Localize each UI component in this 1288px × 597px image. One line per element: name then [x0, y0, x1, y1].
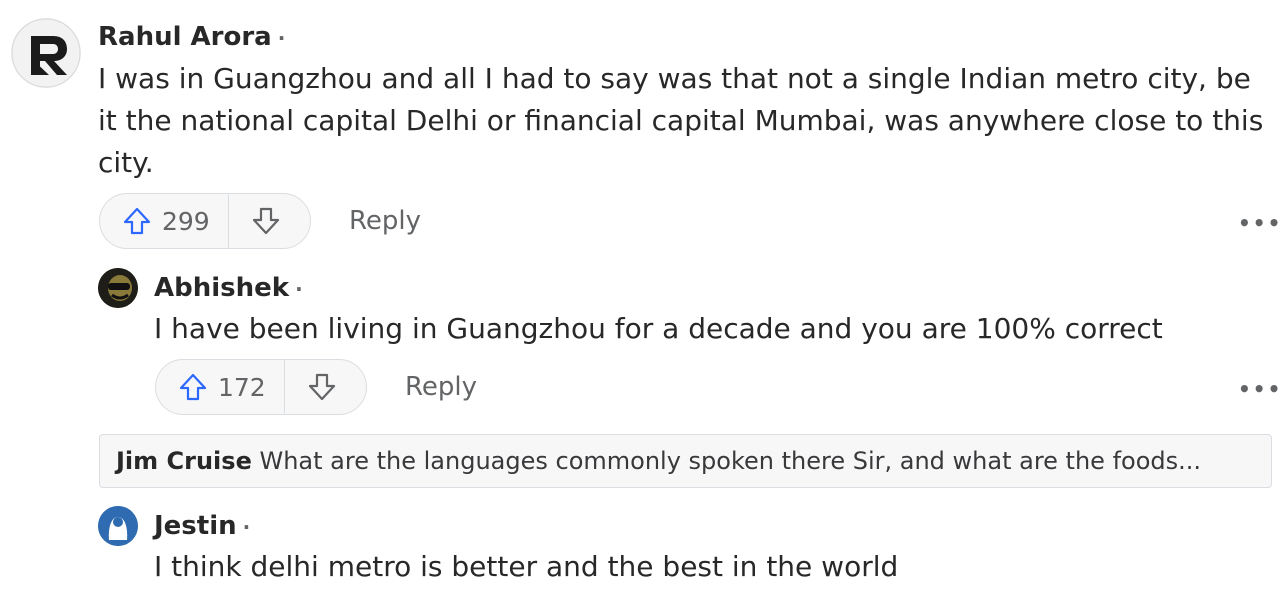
photo-avatar-icon	[98, 268, 138, 308]
author-name[interactable]: Jestin	[154, 511, 237, 541]
downvote-button[interactable]	[229, 194, 303, 248]
comment-body: I think delhi metro is better and the be…	[154, 550, 899, 583]
avatar-jestin[interactable]	[98, 506, 138, 546]
collapsed-reply[interactable]: Jim Cruise What are the languages common…	[99, 434, 1272, 488]
upvote-count: 299	[162, 206, 210, 236]
comment-author[interactable]: Abhishek ·	[154, 273, 303, 303]
vote-controls: 172	[155, 359, 367, 415]
separator-dot: ·	[242, 515, 251, 539]
comment-author[interactable]: Jestin ·	[154, 511, 250, 541]
avatar-rahul-arora[interactable]	[11, 18, 81, 88]
arrow-down-icon	[308, 373, 335, 401]
r-logo-icon	[11, 18, 81, 88]
separator-dot: ·	[277, 26, 286, 50]
separator-dot: ·	[295, 277, 303, 301]
upvote-count: 172	[218, 372, 266, 402]
upvote-button[interactable]: 299	[100, 194, 228, 248]
author-name[interactable]: Abhishek	[154, 273, 289, 303]
comment-author[interactable]: Rahul Arora ·	[98, 22, 285, 52]
vote-controls: 299	[99, 193, 311, 249]
downvote-button[interactable]	[285, 360, 359, 414]
comment-body: I was in Guangzhou and all I had to say …	[98, 62, 1264, 179]
default-user-avatar-icon	[98, 506, 138, 546]
arrow-down-icon	[252, 207, 279, 235]
reply-button[interactable]: Reply	[405, 372, 477, 402]
comment-body: I have been living in Guangzhou for a de…	[154, 312, 1163, 345]
upvote-button[interactable]: 172	[156, 360, 284, 414]
arrow-up-icon	[179, 373, 207, 401]
arrow-up-icon	[123, 207, 151, 235]
reply-button[interactable]: Reply	[349, 206, 421, 236]
collapsed-reply-author[interactable]: Jim Cruise	[116, 447, 252, 475]
more-options-icon[interactable]: •••	[1238, 211, 1282, 235]
more-options-icon[interactable]: •••	[1238, 377, 1282, 401]
author-name[interactable]: Rahul Arora	[98, 22, 272, 52]
avatar-abhishek[interactable]	[98, 268, 138, 308]
collapsed-reply-preview: What are the languages commonly spoken t…	[259, 447, 1202, 475]
